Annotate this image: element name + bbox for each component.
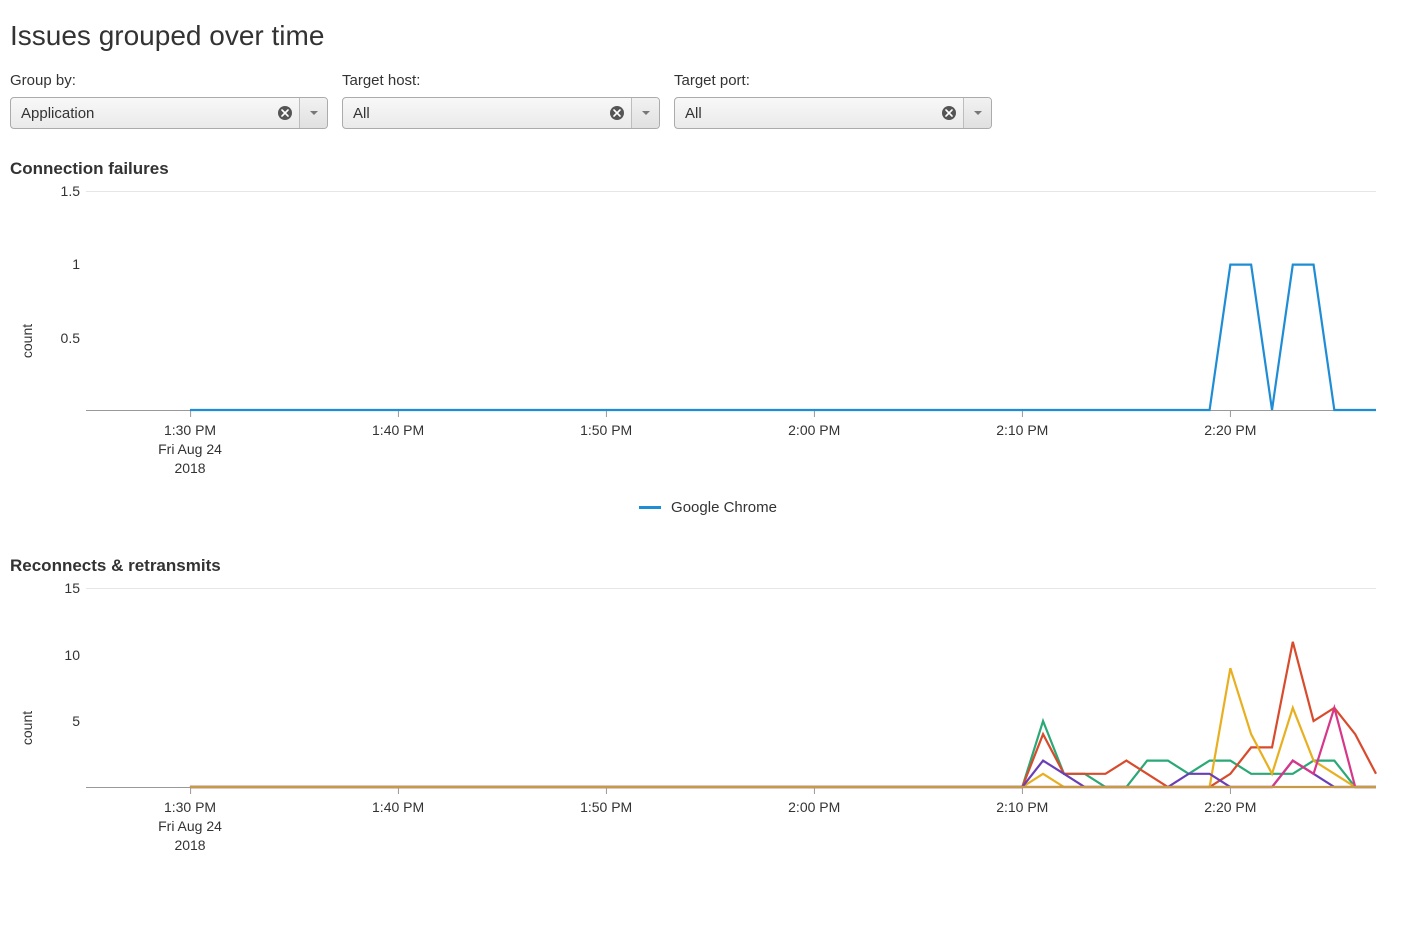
series-line: [190, 642, 1376, 787]
chart-connection-failures: Connection failures count 1.5 1 0.5 1:30 P…: [10, 159, 1406, 516]
x-ticks: 1:30 PM Fri Aug 24 2018 1:40 PM 1:50 PM 2:0…: [86, 415, 1376, 491]
legend-swatch: [639, 506, 661, 509]
target-host-select[interactable]: All: [342, 97, 660, 129]
filter-bar: Group by: Application Target host: All T…: [10, 72, 1406, 129]
group-by-value: Application: [11, 105, 271, 122]
series-line: [190, 668, 1376, 787]
y-tick: 1: [50, 256, 80, 272]
y-ticks: 15105: [50, 588, 80, 788]
y-tick: 15: [50, 580, 80, 596]
series-line: [190, 265, 1376, 410]
x-tick: 2:10 PM: [996, 421, 1048, 440]
x-tick: 1:50 PM: [580, 421, 632, 440]
x-tick: 2:20 PM: [1204, 421, 1256, 440]
filter-label-target-host: Target host:: [342, 72, 660, 89]
clear-icon[interactable]: [935, 105, 963, 121]
legend-label: Google Chrome: [671, 499, 777, 516]
filter-label-group-by: Group by:: [10, 72, 328, 89]
x-tick: 1:30 PM Fri Aug 24 2018: [158, 798, 222, 855]
y-axis-label: count: [19, 711, 35, 745]
x-tick: 2:10 PM: [996, 798, 1048, 817]
series-line: [190, 708, 1376, 787]
x-tick: 1:40 PM: [372, 798, 424, 817]
plot-area[interactable]: [86, 191, 1376, 411]
x-tick: 1:50 PM: [580, 798, 632, 817]
x-tick: 2:20 PM: [1204, 798, 1256, 817]
clear-icon[interactable]: [271, 105, 299, 121]
x-tick: 1:40 PM: [372, 421, 424, 440]
y-tick: 1.5: [50, 183, 80, 199]
y-ticks: 1.510.5: [50, 191, 80, 411]
x-tick: 2:00 PM: [788, 798, 840, 817]
target-port-select[interactable]: All: [674, 97, 992, 129]
x-ticks: 1:30 PM Fri Aug 24 2018 1:40 PM 1:50 PM 2:0…: [86, 792, 1376, 868]
chart-legend: Google Chrome: [10, 499, 1406, 516]
clear-icon[interactable]: [603, 105, 631, 121]
group-by-select[interactable]: Application: [10, 97, 328, 129]
series-line: [190, 761, 1376, 787]
chart-title: Connection failures: [10, 159, 1406, 179]
series-line: [190, 721, 1376, 787]
chevron-down-icon[interactable]: [963, 98, 991, 128]
plot-area[interactable]: [86, 588, 1376, 788]
y-axis-label: count: [19, 324, 35, 358]
target-host-value: All: [343, 105, 603, 122]
y-tick: 10: [50, 647, 80, 663]
filter-group-by: Group by: Application: [10, 72, 328, 129]
target-port-value: All: [675, 105, 935, 122]
filter-target-host: Target host: All: [342, 72, 660, 129]
chevron-down-icon[interactable]: [299, 98, 327, 128]
filter-target-port: Target port: All: [674, 72, 992, 129]
filter-label-target-port: Target port:: [674, 72, 992, 89]
y-tick: 0.5: [50, 330, 80, 346]
page-title: Issues grouped over time: [10, 20, 1406, 52]
y-tick: 5: [50, 713, 80, 729]
chevron-down-icon[interactable]: [631, 98, 659, 128]
chart-title: Reconnects & retransmits: [10, 556, 1406, 576]
x-tick: 2:00 PM: [788, 421, 840, 440]
x-tick: 1:30 PM Fri Aug 24 2018: [158, 421, 222, 478]
chart-reconnects-retransmits: Reconnects & retransmits count 15 10 5 1:3…: [10, 556, 1406, 868]
